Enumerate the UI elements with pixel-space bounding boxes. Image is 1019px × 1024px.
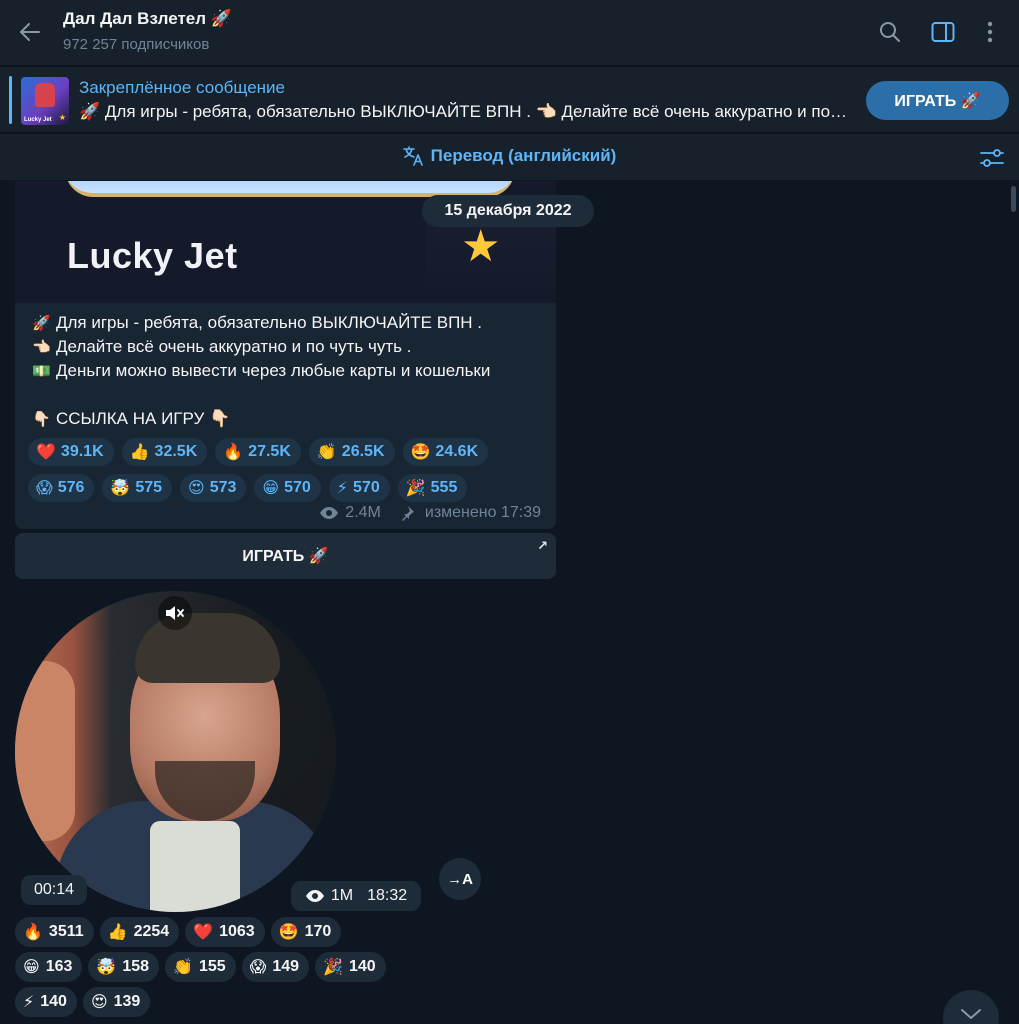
arrow-left-icon [20, 23, 40, 41]
video-meta: 1M 18:32 [291, 881, 421, 911]
video-reactions: 🔥 3511 👍 2254 ❤️ 1063 🤩 170 😁 163 🤯 158 👏 155 😱… [15, 917, 386, 1022]
reaction-lightning[interactable]: ⚡ 570 [328, 474, 390, 502]
post-meta: 2.4M изменено 17:39 [319, 504, 541, 522]
pinned-text: 🚀 Для игры - ребята, обязательно ВЫКЛЮЧА… [79, 102, 849, 121]
star-icon: ★ [461, 222, 501, 271]
more-vertical-icon [987, 21, 993, 43]
search-button[interactable] [875, 17, 905, 47]
translate-button[interactable]: Перевод (английский) [0, 146, 1019, 166]
message-list[interactable]: Lucky Jet ★ 🚀 Для игры - ребята, обязател… [0, 181, 1019, 1024]
reaction-clap[interactable]: 👏 155 [165, 952, 236, 982]
post-image-title: Lucky Jet [67, 235, 238, 276]
pin-icon [401, 506, 414, 521]
muted-speaker-icon [166, 606, 184, 620]
post-edited: изменено 17:39 [424, 504, 541, 521]
reaction-clap[interactable]: 👏 26.5K [308, 438, 395, 466]
video-message[interactable] [15, 591, 336, 912]
reaction-heart[interactable]: ❤️ 39.1K [28, 438, 114, 466]
reaction-thumbs-up[interactable]: 👍 2254 [99, 917, 180, 947]
reaction-mind-blown[interactable]: 🤯 575 [102, 474, 173, 502]
video-duration: 00:14 [21, 875, 87, 905]
sliders-icon [980, 149, 1004, 167]
translate-label: Перевод (английский) [430, 146, 617, 165]
reaction-party[interactable]: 🎉 555 [397, 474, 468, 502]
reaction-lightning[interactable]: ⚡ 140 [15, 987, 77, 1017]
reaction-grin[interactable]: 😁 163 [15, 952, 83, 982]
channel-title[interactable]: Дал Дал Взлетел 🚀 [63, 9, 232, 29]
video-time: 18:32 [367, 887, 408, 904]
inline-play-button[interactable]: ИГРАТЬ 🚀 ↗ [15, 533, 556, 579]
reaction-star-struck[interactable]: 🤩 24.6K [402, 438, 489, 466]
sidebar-toggle-button[interactable] [928, 17, 958, 47]
post-line: 👈🏻 Делайте всё очень аккуратно и по чуть … [32, 337, 412, 356]
reaction-fire[interactable]: 🔥 3511 [15, 917, 94, 947]
reaction-heart[interactable]: ❤️ 1063 [185, 917, 265, 947]
eye-icon [320, 507, 339, 519]
mute-toggle[interactable] [158, 596, 192, 630]
video-views: 1M [330, 887, 354, 904]
translate-bar: Перевод (английский) [0, 134, 1019, 180]
reaction-scream[interactable]: 😱 149 [241, 952, 310, 982]
reaction-grin[interactable]: 😁 570 [254, 474, 321, 502]
eye-icon [305, 890, 324, 902]
search-icon [880, 22, 900, 42]
reaction-party[interactable]: 🎉 140 [315, 952, 386, 982]
inline-play-label: ИГРАТЬ 🚀 [242, 548, 329, 565]
reaction-thumbs-up[interactable]: 👍 32.5K [121, 438, 208, 466]
reaction-scream[interactable]: 😱 576 [28, 474, 95, 502]
pinned-message-bar[interactable]: Lucky Jet ★ Закреплённое сообщение 🚀 Для… [0, 67, 1019, 133]
star-icon: ★ [58, 113, 66, 122]
post-text: 🚀 Для игры - ребята, обязательно ВЫКЛЮЧАЙ… [32, 311, 490, 431]
sidebar-icon [931, 22, 955, 42]
back-button[interactable] [14, 16, 46, 48]
pinned-thumbnail: Lucky Jet ★ [21, 77, 69, 125]
reaction-fire[interactable]: 🔥 27.5K [215, 438, 301, 466]
translate-message-button[interactable]: →A [439, 858, 481, 900]
translate-settings-button[interactable] [979, 145, 1005, 171]
reaction-star-struck[interactable]: 🤩 170 [270, 917, 342, 947]
external-link-icon: ↗ [537, 538, 548, 553]
date-separator: 15 декабря 2022 [422, 195, 594, 227]
pinned-thumb-label: Lucky Jet [24, 117, 52, 123]
chevron-down-icon [961, 1009, 981, 1019]
translate-icon [402, 146, 423, 166]
pinned-indicator [9, 76, 12, 124]
post-views: 2.4M [345, 504, 381, 521]
channel-post: Lucky Jet ★ 🚀 Для игры - ребята, обязател… [15, 181, 556, 529]
scrollbar-thumb[interactable] [1011, 186, 1016, 212]
post-line[interactable]: 👇🏻 ССЫЛКА НА ИГРУ 👇🏻 [32, 407, 490, 431]
post-line [32, 383, 490, 407]
more-button[interactable] [975, 17, 1005, 47]
post-line: 💵 Деньги можно вывести через любые карты … [32, 361, 491, 380]
pinned-play-button[interactable]: ИГРАТЬ 🚀 [866, 81, 1009, 120]
post-reactions: ❤️ 39.1K 👍 32.5K 🔥 27.5K 👏 26.5K 🤩 24.6K 😱 576… [28, 438, 489, 510]
reaction-mind-blown[interactable]: 🤯 158 [88, 952, 160, 982]
pinned-title: Закреплённое сообщение [79, 78, 285, 97]
reaction-heart-eyes[interactable]: 😍 573 [180, 474, 247, 502]
chat-header: Дал Дал Взлетел 🚀 972 257 подписчиков [0, 0, 1019, 66]
subscriber-count: 972 257 подписчиков [63, 36, 210, 53]
post-line: 🚀 Для игры - ребята, обязательно ВЫКЛЮЧАЙ… [32, 313, 483, 332]
reaction-heart-eyes[interactable]: 😍 139 [82, 987, 151, 1017]
